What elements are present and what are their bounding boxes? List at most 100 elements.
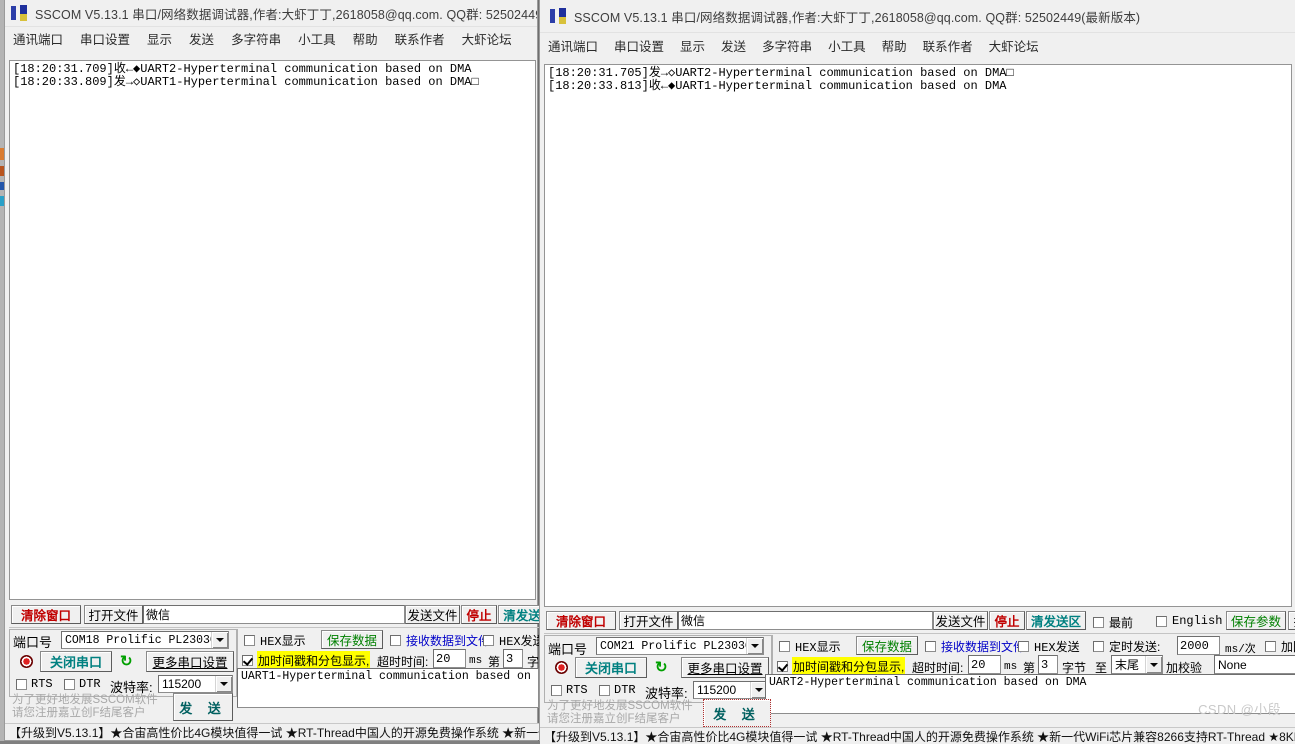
status-bar-left: 【升级到V5.13.1】★合宙高性价比4G模块值得一试 ★RT-Thread中国… (5, 723, 539, 740)
byte-input[interactable]: 3 (503, 649, 523, 668)
hex-display-checkbox[interactable] (244, 635, 255, 646)
menu-item-multistring[interactable]: 多字符串 (762, 36, 812, 55)
menu-item-forum[interactable]: 大虾论坛 (989, 36, 1039, 55)
sscom-window-left[interactable]: SSCOM V5.13.1 串口/网络数据调试器,作者:大虾丁丁,2618058… (4, 0, 538, 741)
menu-item-tools[interactable]: 小工具 (828, 36, 866, 55)
stop-button[interactable]: 停止 (461, 605, 497, 624)
recv-to-file-checkbox[interactable] (925, 641, 936, 652)
baud-select[interactable]: 115200 (158, 675, 233, 693)
chevron-down-icon[interactable] (746, 638, 763, 654)
file-path-input[interactable]: 微信 (143, 605, 405, 624)
send-button-right[interactable]: 发 送 (703, 699, 771, 727)
extend-button[interactable]: 扩展 (1288, 611, 1295, 630)
timeout-input[interactable]: 20 (433, 649, 466, 668)
timestamp-checkbox[interactable] (777, 661, 788, 672)
to-select[interactable]: 末尾 (1111, 655, 1163, 674)
checksum-select[interactable]: None (1214, 655, 1295, 674)
menu-item-tools[interactable]: 小工具 (298, 29, 336, 48)
timed-send-checkbox[interactable] (1093, 641, 1104, 652)
port-select[interactable]: COM18 Prolific PL2303GT US (61, 631, 229, 649)
clear-window-button[interactable]: 清除窗口 (11, 605, 81, 624)
menu-item-send[interactable]: 发送 (189, 29, 214, 48)
open-file-button[interactable]: 打开文件 (619, 611, 678, 630)
dtr-label: DTR (614, 683, 636, 697)
timed-send-value: 2000 (1180, 639, 1209, 653)
menu-item-serial-setup[interactable]: 串口设置 (614, 36, 664, 55)
register-line-2: 请您注册嘉立创F结尾客户 (547, 713, 681, 726)
sscom-window-right[interactable]: SSCOM V5.13.1 串口/网络数据调试器,作者:大虾丁丁,2618058… (539, 0, 1295, 741)
hex-display-checkbox[interactable] (779, 641, 790, 652)
timed-send-input[interactable]: 2000 (1177, 636, 1220, 655)
timed-send-label: 定时发送: (1109, 638, 1160, 655)
rts-checkbox[interactable] (551, 685, 562, 696)
menu-item-display[interactable]: 显示 (147, 29, 172, 48)
menu-item-forum[interactable]: 大虾论坛 (462, 29, 512, 48)
baud-select[interactable]: 115200 (693, 681, 768, 699)
menu-item-help[interactable]: 帮助 (882, 36, 907, 55)
menu-item-send[interactable]: 发送 (721, 36, 746, 55)
timestamp-checkbox[interactable] (242, 655, 253, 666)
menu-item-contact[interactable]: 联系作者 (395, 29, 445, 48)
receive-console-right[interactable]: [18:20:31.705]发→◇UART2-Hyperterminal com… (544, 64, 1292, 607)
clear-send-button[interactable]: 清发送区 (1026, 611, 1086, 630)
byte-input[interactable]: 3 (1038, 655, 1058, 674)
timeout-unit: ms (469, 655, 482, 667)
title-bar-right[interactable]: SSCOM V5.13.1 串口/网络数据调试器,作者:大虾丁丁,2618058… (540, 0, 1295, 33)
close-port-button[interactable]: 关闭串口 (575, 657, 647, 678)
english-checkbox[interactable] (1156, 616, 1167, 627)
dtr-checkbox[interactable] (64, 679, 75, 690)
stop-button[interactable]: 停止 (989, 611, 1025, 630)
file-path-input[interactable]: 微信 (678, 611, 933, 630)
refresh-icon[interactable]: ↻ (655, 658, 668, 676)
menu-bar-left[interactable]: 通讯端口 串口设置 显示 发送 多字符串 小工具 帮助 联系作者 大虾论坛 (5, 27, 537, 49)
chevron-down-icon[interactable] (215, 676, 232, 692)
menu-item-contact[interactable]: 联系作者 (923, 36, 973, 55)
menu-item-comm-port[interactable]: 通讯端口 (13, 29, 63, 48)
rts-checkbox[interactable] (16, 679, 27, 690)
open-file-button[interactable]: 打开文件 (84, 605, 143, 624)
menu-item-serial-setup[interactable]: 串口设置 (80, 29, 130, 48)
hex-send-checkbox[interactable] (1018, 641, 1029, 652)
window-title: SSCOM V5.13.1 串口/网络数据调试器,作者:大虾丁丁,2618058… (35, 4, 537, 23)
console-line: [18:20:33.813]收←◆UART1-Hyperterminal com… (548, 80, 1288, 93)
timeout-input[interactable]: 20 (968, 655, 1001, 674)
dtr-checkbox[interactable] (599, 685, 610, 696)
send-file-button[interactable]: 发送文件 (933, 611, 988, 630)
status-text: 【升级到V5.13.1】★合宙高性价比4G模块值得一试 ★RT-Thread中国… (9, 724, 539, 741)
hex-send-checkbox[interactable] (483, 635, 494, 646)
menu-bar-right[interactable]: 通讯端口 串口设置 显示 发送 多字符串 小工具 帮助 联系作者 大虾论坛 (540, 33, 1295, 57)
port-label: 端口号 (548, 639, 587, 658)
receive-console-left[interactable]: [18:20:31.709]收←◆UART2-Hyperterminal com… (9, 60, 536, 600)
title-bar-left[interactable]: SSCOM V5.13.1 串口/网络数据调试器,作者:大虾丁丁,2618058… (5, 0, 537, 27)
desktop: SSCOM V5.13.1 串口/网络数据调试器,作者:大虾丁丁,2618058… (0, 0, 1295, 741)
chevron-down-icon[interactable] (211, 632, 228, 648)
rts-label: RTS (566, 683, 588, 697)
menu-item-comm-port[interactable]: 通讯端口 (548, 36, 598, 55)
refresh-icon[interactable]: ↻ (120, 652, 133, 670)
save-params-button[interactable]: 保存参数 (1226, 611, 1286, 630)
save-data-button[interactable]: 保存数据 (856, 636, 918, 655)
send-textarea-left[interactable]: UART1-Hyperterminal communication based … (237, 668, 539, 708)
menu-item-display[interactable]: 显示 (680, 36, 705, 55)
close-port-button[interactable]: 关闭串口 (40, 651, 112, 672)
topmost-checkbox[interactable] (1093, 617, 1104, 628)
send-button-left[interactable]: 发 送 (173, 693, 233, 721)
port-select[interactable]: COM21 Prolific PL2303GT US (596, 637, 764, 655)
options-right: HEX显示 保存数据 接收数据到文件 HEX发送 定时发送: 2000 ms/次… (772, 635, 1295, 677)
english-label: English (1172, 614, 1222, 628)
menu-item-help[interactable]: 帮助 (353, 29, 378, 48)
clear-window-button[interactable]: 清除窗口 (546, 611, 616, 630)
send-text-value: UART1-Hyperterminal communication based … (241, 670, 539, 683)
toolbar-right: 清除窗口 打开文件 微信 发送文件 停止 清发送区 最前 English 保存参… (544, 610, 1295, 633)
port-status-indicator (555, 661, 568, 674)
recv-to-file-checkbox[interactable] (390, 635, 401, 646)
more-settings-button[interactable]: 更多串口设置 (146, 651, 234, 672)
more-settings-button[interactable]: 更多串口设置 (681, 657, 769, 678)
chevron-down-icon[interactable] (1145, 656, 1162, 673)
menu-item-multistring[interactable]: 多字符串 (231, 29, 281, 48)
port-value: COM21 Prolific PL2303GT US (597, 640, 746, 653)
send-file-button[interactable]: 发送文件 (405, 605, 460, 624)
save-data-button[interactable]: 保存数据 (321, 630, 383, 649)
crlf-checkbox[interactable] (1265, 641, 1276, 652)
register-line-2: 请您注册嘉立创F结尾客户 (12, 707, 146, 720)
